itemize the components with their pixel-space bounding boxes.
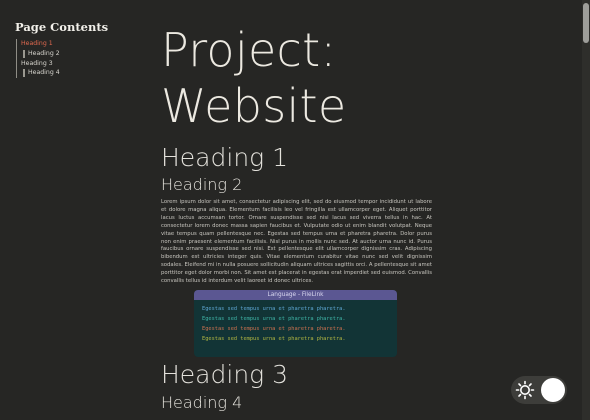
page-contents-nav: Page Contents Heading 1 Heading 2 Headin… xyxy=(15,20,135,79)
sun-icon xyxy=(515,380,535,400)
code-block-header: Language - FileLink xyxy=(194,290,397,300)
toggle-knob[interactable] xyxy=(541,378,565,402)
code-block: Language - FileLink Egestas sed tempus u… xyxy=(194,290,397,357)
main-content: Project: Website Heading 1 Heading 2 Lor… xyxy=(161,22,432,286)
toc-link-heading-4[interactable]: Heading 4 xyxy=(21,68,135,78)
toc-link-label: Heading 2 xyxy=(28,49,60,57)
scrollbar-thumb[interactable] xyxy=(583,3,589,43)
theme-toggle[interactable] xyxy=(511,376,567,404)
code-line: Egestas sed tempus urna et pharetra phar… xyxy=(202,326,346,332)
heading-1: Heading 1 xyxy=(161,143,289,172)
code-line: Egestas sed tempus urna et pharetra phar… xyxy=(202,306,346,312)
toc-link-label: Heading 4 xyxy=(28,69,60,77)
scrollbar[interactable] xyxy=(582,0,590,420)
code-block-body: Egestas sed tempus urna et pharetra phar… xyxy=(194,300,397,348)
toc-link-heading-3[interactable]: Heading 3 xyxy=(21,59,135,69)
body-paragraph: Lorem ipsum dolor sit amet, consectetur … xyxy=(161,199,432,285)
page-title: Project: Website xyxy=(161,22,432,134)
code-line: Egestas sed tempus urna et pharetra phar… xyxy=(202,336,346,342)
toc-link-heading-2[interactable]: Heading 2 xyxy=(21,49,135,59)
heading-2: Heading 2 xyxy=(161,175,243,194)
toc-title: Page Contents xyxy=(15,20,109,34)
toc-link-heading-1[interactable]: Heading 1 xyxy=(21,39,135,49)
code-line: Egestas sed tempus urna et pharetra phar… xyxy=(202,316,346,322)
page-title-line-1: Project: xyxy=(161,23,337,77)
heading-4: Heading 4 xyxy=(161,393,243,412)
page-title-line-2: Website xyxy=(161,79,347,133)
toc-list: Heading 1 Heading 2 Heading 3 Heading 4 xyxy=(16,39,135,79)
heading-3: Heading 3 xyxy=(161,360,289,389)
